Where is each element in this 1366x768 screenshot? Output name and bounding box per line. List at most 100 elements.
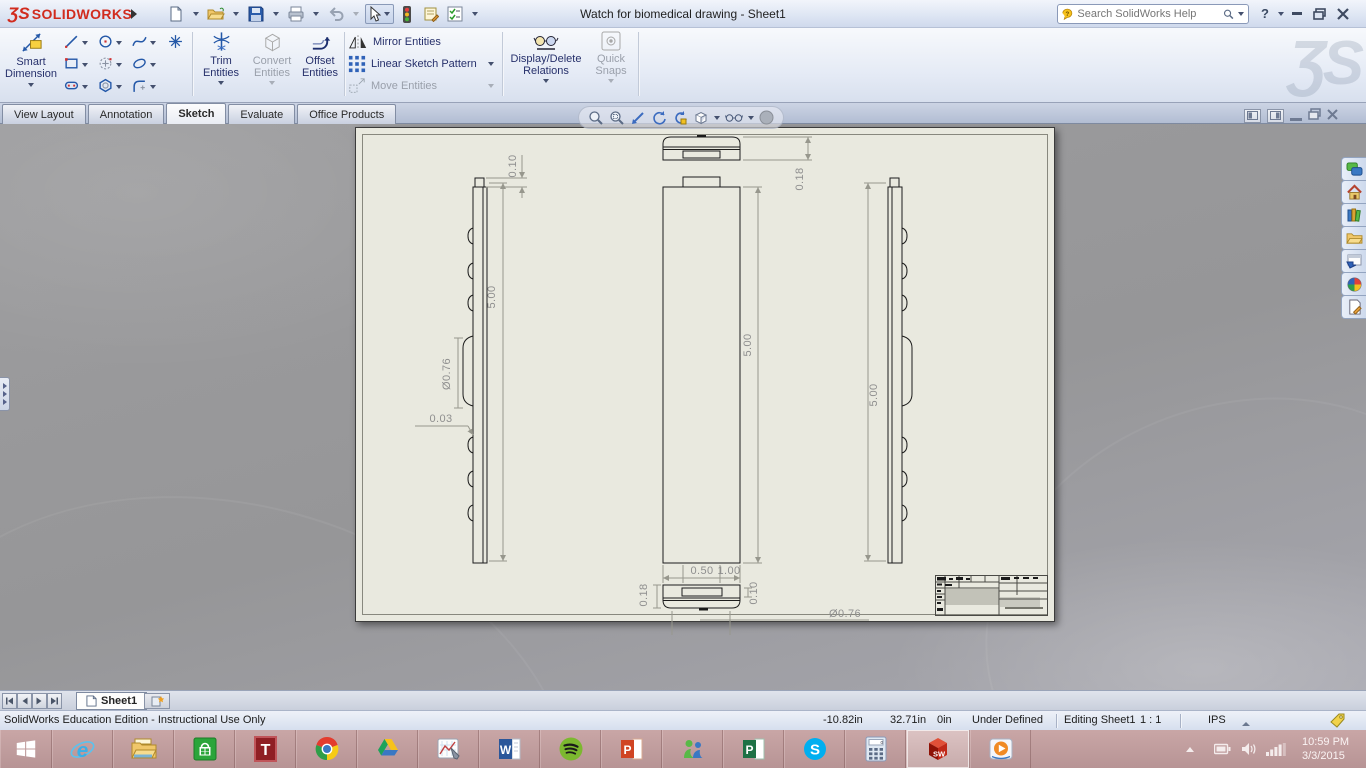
minimize-button[interactable] xyxy=(1288,6,1306,21)
spline-dropdown[interactable] xyxy=(150,41,156,45)
dim-bottom-detail-height[interactable]: 0.18 xyxy=(638,583,650,606)
zoom-to-fit-icon[interactable] xyxy=(588,110,604,126)
rectangle-dropdown[interactable] xyxy=(82,63,88,67)
dim-left-overall-height[interactable]: 5.00 xyxy=(486,285,498,308)
help-search-input[interactable] xyxy=(1077,8,1219,20)
close-button[interactable] xyxy=(1334,6,1352,21)
taskbar-file-explorer[interactable] xyxy=(113,730,174,768)
units-selector[interactable]: IPS xyxy=(1208,714,1226,726)
display-delete-relations-button[interactable]: Display/Delete Relations xyxy=(506,30,586,83)
arc-dropdown[interactable] xyxy=(116,63,122,67)
dim-top-detail-height[interactable]: 0.18 xyxy=(794,167,806,190)
tab-sketch[interactable]: Sketch xyxy=(166,103,226,124)
restore-button[interactable] xyxy=(1310,6,1328,21)
view-settings-cube-icon[interactable] xyxy=(693,110,709,126)
add-sheet-button[interactable] xyxy=(144,693,170,709)
taskbar-red-t-app[interactable]: T xyxy=(235,730,296,768)
dim-front-overall-height[interactable]: 5.00 xyxy=(742,333,754,356)
view-palette-icon[interactable] xyxy=(1341,249,1366,273)
taskbar-chrome[interactable] xyxy=(296,730,357,768)
dim-band-thickness[interactable]: 0.03 xyxy=(429,413,452,425)
custom-properties-document-icon[interactable] xyxy=(1341,295,1366,319)
point-icon[interactable] xyxy=(168,34,183,52)
help-search[interactable]: ? xyxy=(1057,4,1249,24)
dim-left-tab-height[interactable]: 0.10 xyxy=(507,154,519,177)
hide-show-items-dropdown[interactable] xyxy=(748,116,754,120)
dim-bottom-outer-width[interactable]: 1.00 xyxy=(717,565,740,577)
units-dropdown-icon[interactable] xyxy=(1242,717,1250,729)
slot-icon[interactable] xyxy=(64,78,79,96)
circle-dropdown[interactable] xyxy=(116,41,122,45)
dim-crown-diameter[interactable]: Ø0.76 xyxy=(441,358,453,390)
line-icon[interactable] xyxy=(64,34,79,52)
zoom-to-area-icon[interactable] xyxy=(609,110,625,126)
file-explorer-folder-icon[interactable] xyxy=(1341,226,1366,250)
clock[interactable]: 10:59 PM 3/3/2015 xyxy=(1302,735,1349,763)
offset-entities-button[interactable]: Offset Entities xyxy=(297,30,343,79)
taskbar-calculator[interactable]: 0 xyxy=(845,730,906,768)
smart-dimension-dropdown[interactable] xyxy=(28,83,34,87)
ellipse-dropdown[interactable] xyxy=(150,63,156,67)
fillet-icon[interactable] xyxy=(132,78,147,96)
slot-dropdown[interactable] xyxy=(82,85,88,89)
first-sheet-button[interactable] xyxy=(2,693,17,709)
tag-icon[interactable] xyxy=(1330,713,1345,731)
taskbar-spotify[interactable] xyxy=(540,730,601,768)
show-hidden-icons[interactable] xyxy=(1186,730,1194,768)
sheet-tab[interactable]: Sheet1 xyxy=(76,692,147,710)
dim-bottom-diameter[interactable]: Ø0.76 xyxy=(829,608,861,620)
dim-bottom-tab-height[interactable]: 0.10 xyxy=(748,581,760,604)
tab-office-products[interactable]: Office Products xyxy=(297,104,396,124)
rotate-view-icon[interactable] xyxy=(651,110,667,126)
tab-view-layout[interactable]: View Layout xyxy=(2,104,86,124)
ellipse-icon[interactable] xyxy=(132,56,147,74)
fillet-dropdown[interactable] xyxy=(150,85,156,89)
arc-icon[interactable] xyxy=(98,56,113,74)
circle-icon[interactable] xyxy=(98,34,113,52)
rectangle-icon[interactable] xyxy=(64,56,79,74)
redraw-icon[interactable] xyxy=(672,110,688,126)
next-sheet-button[interactable] xyxy=(32,693,47,709)
previous-view-icon[interactable] xyxy=(630,110,646,126)
mirror-entities-button[interactable]: Mirror Entities xyxy=(348,32,441,52)
polygon-dropdown[interactable] xyxy=(116,85,122,89)
display-delete-relations-dropdown[interactable] xyxy=(543,79,549,83)
taskbar-graphing-app[interactable] xyxy=(418,730,479,768)
taskbar-internet-explorer[interactable]: e xyxy=(52,730,113,768)
taskbar-google-drive[interactable] xyxy=(357,730,418,768)
volume-icon[interactable] xyxy=(1241,730,1257,768)
taskbar-publisher[interactable]: P xyxy=(723,730,784,768)
spline-icon[interactable] xyxy=(132,34,147,52)
search-dropdown[interactable] xyxy=(1238,12,1244,16)
taskbar-word[interactable]: W xyxy=(479,730,540,768)
taskbar-media-player[interactable] xyxy=(970,730,1031,768)
resources-home-icon[interactable] xyxy=(1341,180,1366,204)
last-sheet-button[interactable] xyxy=(47,693,62,709)
taskbar-powerpoint[interactable]: P xyxy=(601,730,662,768)
network-signal-icon[interactable] xyxy=(1266,730,1286,768)
feature-manager-collapsed-tab[interactable] xyxy=(0,377,10,411)
linear-sketch-pattern-button[interactable]: Linear Sketch Pattern xyxy=(348,54,494,74)
taskbar-windows-store[interactable] xyxy=(174,730,235,768)
trim-entities-button[interactable]: Trim Entities xyxy=(197,30,245,85)
battery-icon[interactable] xyxy=(1214,730,1231,768)
polygon-icon[interactable] xyxy=(98,78,113,96)
design-library-books-icon[interactable] xyxy=(1341,203,1366,227)
line-dropdown[interactable] xyxy=(82,41,88,45)
collapse-left-pane-icon[interactable] xyxy=(1244,109,1261,123)
forum-chat-icon[interactable] xyxy=(1341,157,1366,181)
appearances-sphere-icon[interactable] xyxy=(1341,272,1366,296)
smart-dimension-button[interactable]: Smart Dimension xyxy=(4,30,58,87)
doc-close-button[interactable] xyxy=(1327,109,1338,123)
graphics-area[interactable]: 0.10 5.00 Ø0.76 0.03 xyxy=(0,124,1366,690)
dim-right-overall-height[interactable]: 5.00 xyxy=(868,383,880,406)
drawing-sheet[interactable]: 0.10 5.00 Ø0.76 0.03 xyxy=(355,127,1055,622)
start-button[interactable] xyxy=(0,730,52,768)
linear-sketch-pattern-dropdown[interactable] xyxy=(488,62,494,66)
collapse-right-pane-icon[interactable] xyxy=(1267,109,1284,123)
hide-show-items-glasses-icon[interactable] xyxy=(725,111,743,124)
tab-evaluate[interactable]: Evaluate xyxy=(228,104,295,124)
taskbar-messenger[interactable] xyxy=(662,730,723,768)
tab-annotation[interactable]: Annotation xyxy=(88,104,165,124)
doc-minimize-button[interactable] xyxy=(1290,118,1302,121)
